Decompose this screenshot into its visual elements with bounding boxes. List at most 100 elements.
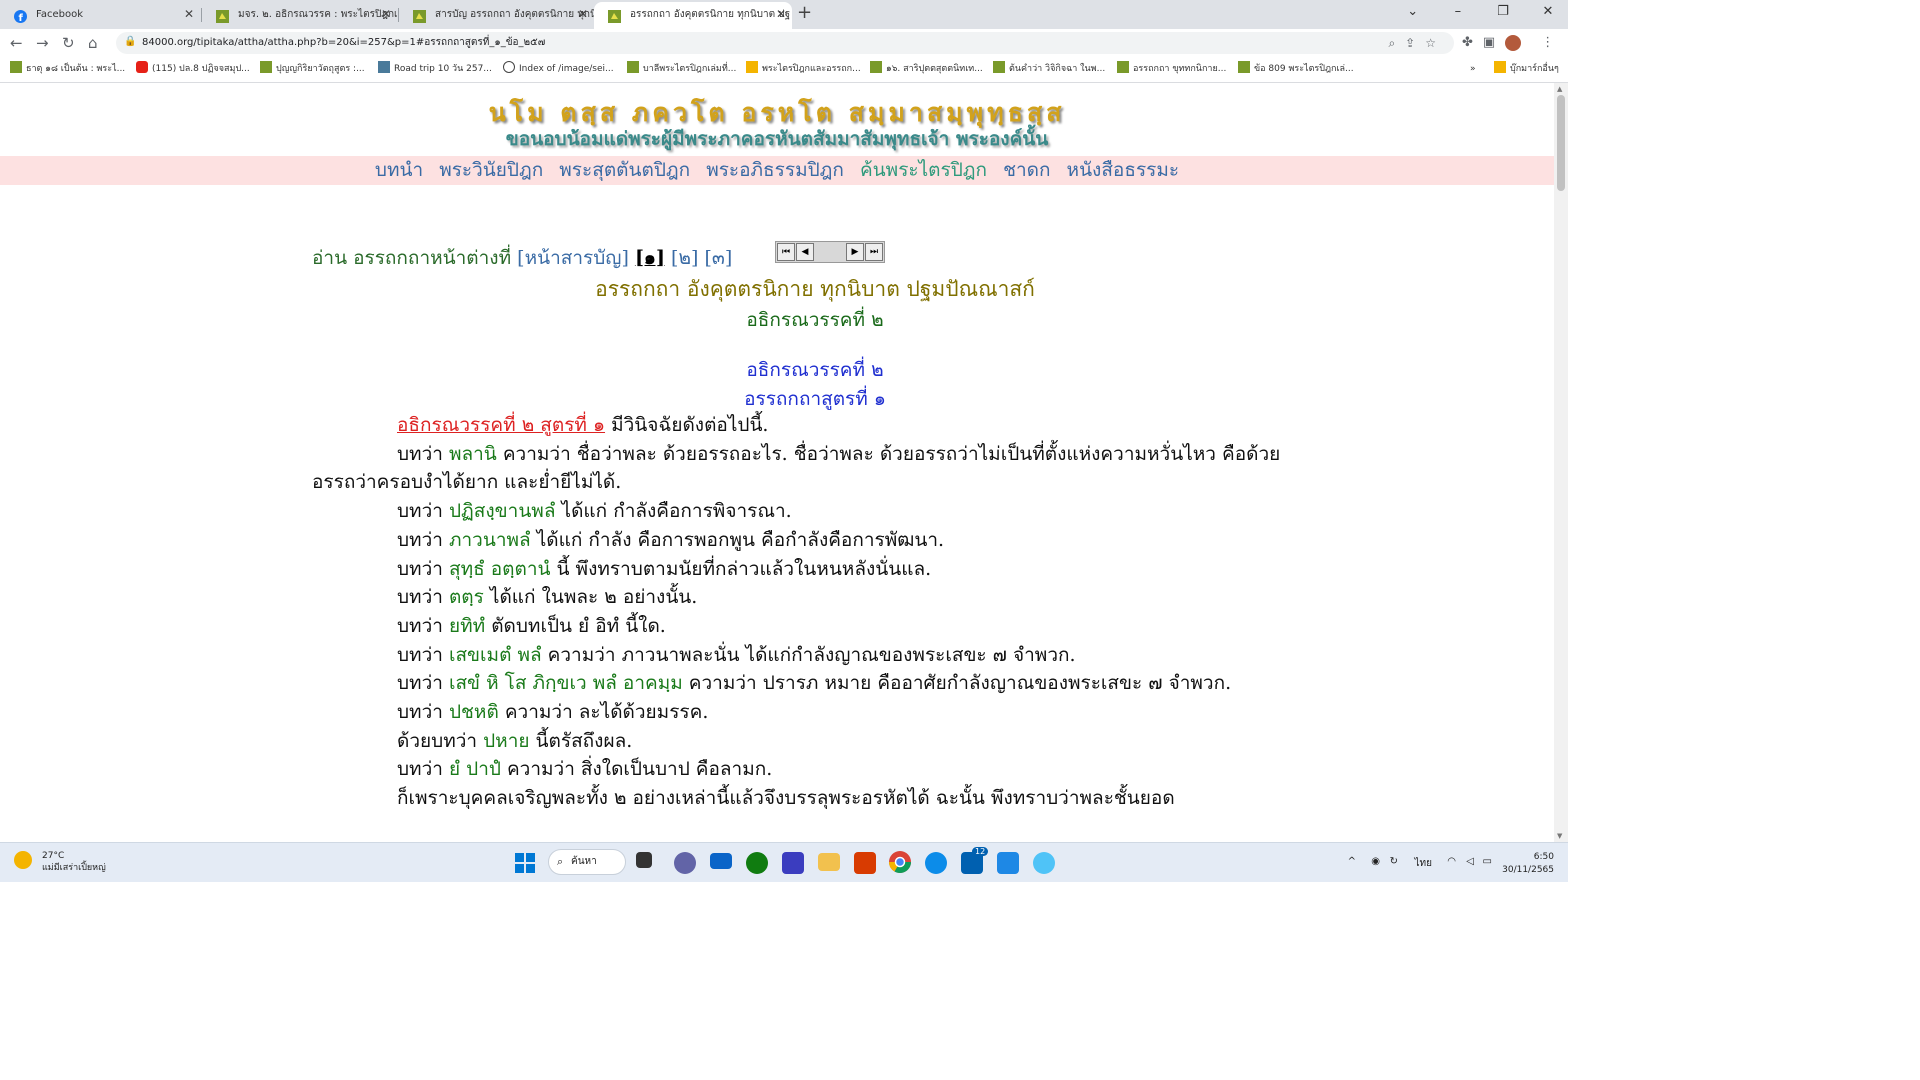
paragraph: บทว่า ปฏิสงฺขานพลํ ได้แก่ กำลังคือการพิจ… [397, 500, 792, 523]
volume-icon[interactable]: ◁ [1466, 856, 1474, 867]
extensions-area: ✤ ▣ ⋮ [1462, 32, 1564, 54]
search-icon: ⌕ [557, 855, 564, 868]
scroll-down-icon[interactable]: ▼ [1557, 832, 1562, 840]
last-page-icon[interactable]: ⏭ [865, 243, 883, 261]
battery-icon[interactable]: ▭ [1483, 856, 1492, 867]
menu-jataka[interactable]: ชาดก [1003, 159, 1050, 181]
start-icon[interactable] [514, 852, 536, 874]
paragraph: บทว่า ยทิทํ ตัดบทเป็น ยํ อิทํ นี้ใด. [397, 614, 666, 637]
chat-icon[interactable] [674, 852, 696, 874]
tray-chevron-icon[interactable]: ^ [1348, 856, 1356, 867]
tray-app-icon[interactable]: ◉ [1371, 856, 1380, 867]
pager-buttons: ⏮ ◀ ▶ ⏭ [775, 241, 885, 263]
toc-link[interactable]: [หน้าสารบัญ] [517, 247, 629, 269]
scrollbar-thumb[interactable] [1557, 95, 1565, 191]
whiteboard-icon[interactable] [782, 852, 804, 874]
page-link-3[interactable]: [๓] [704, 247, 732, 269]
menu-kebab-icon[interactable]: ⋮ [1541, 35, 1554, 50]
close-icon[interactable]: ✕ [776, 2, 786, 27]
avatar[interactable] [1505, 34, 1522, 51]
bookmark-other-folder[interactable]: บุ๊กมาร์กอื่นๆ [1494, 57, 1559, 81]
bookmark-item[interactable]: ข้อ 809 พระไตรปิฎกเล่... [1238, 57, 1354, 81]
forward-icon[interactable]: → [36, 32, 49, 54]
home-icon[interactable]: ⌂ [88, 32, 98, 54]
tipitaka-icon [993, 61, 1005, 73]
tab-search-icon[interactable]: ⌄ [1393, 0, 1433, 24]
sync-icon[interactable]: ↻ [1390, 856, 1398, 867]
weather-desc: แม่มีเสร่าเปิ้ยหญ่ [42, 863, 106, 873]
paragraph: ด้วยบทว่า ปหาย นี้ตรัสถึงผล. [397, 729, 633, 752]
xbox-icon[interactable] [746, 852, 768, 874]
first-page-icon[interactable]: ⏮ [777, 243, 795, 261]
bookmark-item[interactable]: อรรถกถา ขุททกนิกาย... [1117, 57, 1226, 81]
page-navigation: อ่าน อรรถกถาหน้าต่างที่ [หน้าสารบัญ] [๑]… [312, 243, 732, 273]
task-view-icon[interactable] [636, 852, 652, 868]
wifi-icon[interactable]: ◠ [1447, 856, 1456, 867]
tab-title: Facebook [36, 9, 83, 20]
read-label: อ่าน อรรถกถาหน้าต่างที่ [312, 247, 512, 269]
close-icon[interactable]: ✕ [184, 2, 194, 27]
tab-title: สารบัญ อรรถกถา อังคุตตรนิกาย ทุกนิบ [435, 9, 594, 20]
taskbar-search[interactable]: ⌕ ค้นหา [548, 849, 626, 875]
menu-vinaya[interactable]: พระวินัยปิฎก [439, 159, 543, 181]
bookmark-item[interactable]: ๑๖. สาริปุตตสุตตนิทเท... [870, 57, 983, 81]
zoom-icon[interactable]: ⌕ [1388, 36, 1405, 50]
close-window-icon[interactable]: ✕ [1528, 0, 1568, 24]
tab-active[interactable]: อรรถกถา อังคุตตรนิกาย ทุกนิบาต ปฐ ✕ [594, 2, 792, 29]
office-icon[interactable] [854, 852, 876, 874]
menu-search[interactable]: ค้นพระไตรปิฎก [860, 159, 987, 181]
folder-icon [746, 61, 758, 73]
chrome-icon[interactable] [889, 851, 911, 873]
share-icon[interactable]: ⇪ [1405, 36, 1425, 50]
app-icon[interactable] [997, 852, 1019, 874]
bookmark-item[interactable]: ปุญญกิริยาวัตถุสูตร :... [260, 57, 365, 81]
clock[interactable]: 6:50 30/11/2565 [1502, 851, 1554, 877]
menu-books[interactable]: หนังสือธรรมะ [1067, 159, 1180, 181]
input-language[interactable]: ไทย [1415, 856, 1432, 871]
tipitaka-icon [413, 8, 426, 23]
scroll-up-icon[interactable]: ▲ [1557, 85, 1562, 93]
url-text[interactable]: 84000.org/tipitaka/attha/attha.php?b=20&… [142, 32, 545, 54]
menu-abhidhamma[interactable]: พระอภิธรรมปิฎก [706, 159, 844, 181]
bookmark-item[interactable]: ธาตุ ๑๘ เป็นต้น : พระไ... [10, 57, 125, 81]
globe-app-icon[interactable] [1033, 852, 1055, 874]
menu-intro[interactable]: บทนำ [375, 159, 423, 181]
paragraph: บทว่า เสขเมตํ พลํ ความว่า ภาวนาพละนั่น ไ… [397, 643, 1076, 666]
minimize-icon[interactable]: – [1438, 0, 1478, 24]
omnibox-actions: ⌕⇪☆ [1388, 32, 1446, 54]
bookmark-item[interactable]: พระไตรปิฎกและอรรถก... [746, 57, 861, 81]
bookmark-item[interactable]: Road trip 10 วัน 257... [378, 57, 492, 81]
back-icon[interactable]: ← [10, 32, 23, 54]
close-icon[interactable]: ✕ [578, 2, 588, 27]
prev-page-icon[interactable]: ◀ [796, 243, 814, 261]
side-panel-icon[interactable]: ▣ [1483, 35, 1495, 50]
page-link-1[interactable]: [๑] [635, 247, 665, 269]
close-icon[interactable]: ✕ [381, 2, 391, 27]
tab-mcu[interactable]: มจร. ๒. อธิกรณวรรค : พระไตรปิฎกเล่ม ✕ [202, 2, 397, 29]
bookmark-item[interactable]: ต้นคำว่า วิจิกิจฉา ในพ... [993, 57, 1105, 81]
sutta-anchor-link[interactable]: อธิกรณวรรคที่ ๒ สูตรที่ ๑ [397, 414, 605, 436]
edge-icon[interactable] [925, 852, 947, 874]
reload-icon[interactable]: ↻ [62, 32, 75, 54]
paragraph: บทว่า สุทฺธํ อตฺตานํ นี้ พึงทราบตามนัยที… [397, 557, 932, 580]
restore-icon[interactable]: ❐ [1483, 0, 1523, 24]
file-explorer-icon[interactable] [818, 853, 840, 871]
next-page-icon[interactable]: ▶ [846, 243, 864, 261]
bookmark-item[interactable]: Index of /image/sei... [503, 57, 614, 81]
bookmark-item[interactable]: (115) ปล.8 ปฏิจจสมุป... [136, 57, 250, 81]
new-tab-icon[interactable]: + [797, 2, 812, 24]
extensions-icon[interactable]: ✤ [1462, 35, 1473, 50]
paragraph: บทว่า ภาวนาพลํ ได้แก่ กำลัง คือการพอกพูน… [397, 528, 945, 551]
address-bar[interactable]: 🔒 84000.org/tipitaka/attha/attha.php?b=2… [116, 32, 1454, 54]
tab-facebook[interactable]: f Facebook ✕ [0, 2, 200, 29]
bookmark-item[interactable]: บาลีพระไตรปิฎกเล่มที่... [627, 57, 736, 81]
tab-toc[interactable]: สารบัญ อรรถกถา อังคุตตรนิกาย ทุกนิบ ✕ [399, 2, 594, 29]
windows-taskbar: 27°C แม่มีเสร่าเปิ้ยหญ่ ⌕ ค้นหา 12 ^ ◉ ↻ ไ… [0, 842, 1568, 882]
commentary-text: อธิกรณวรรคที่ ๒ สูตรที่ ๑ มีวินิจฉัยดังต… [312, 411, 1312, 813]
bookmarks-overflow-icon[interactable]: » [1470, 57, 1476, 81]
page-link-2[interactable]: [๒] [671, 247, 698, 269]
menu-sutta[interactable]: พระสุตตันตปิฎก [559, 159, 690, 181]
mail-icon[interactable] [710, 853, 732, 869]
bookmark-star-icon[interactable]: ☆ [1425, 36, 1446, 50]
vertical-scrollbar[interactable]: ▲ ▼ [1554, 83, 1568, 842]
